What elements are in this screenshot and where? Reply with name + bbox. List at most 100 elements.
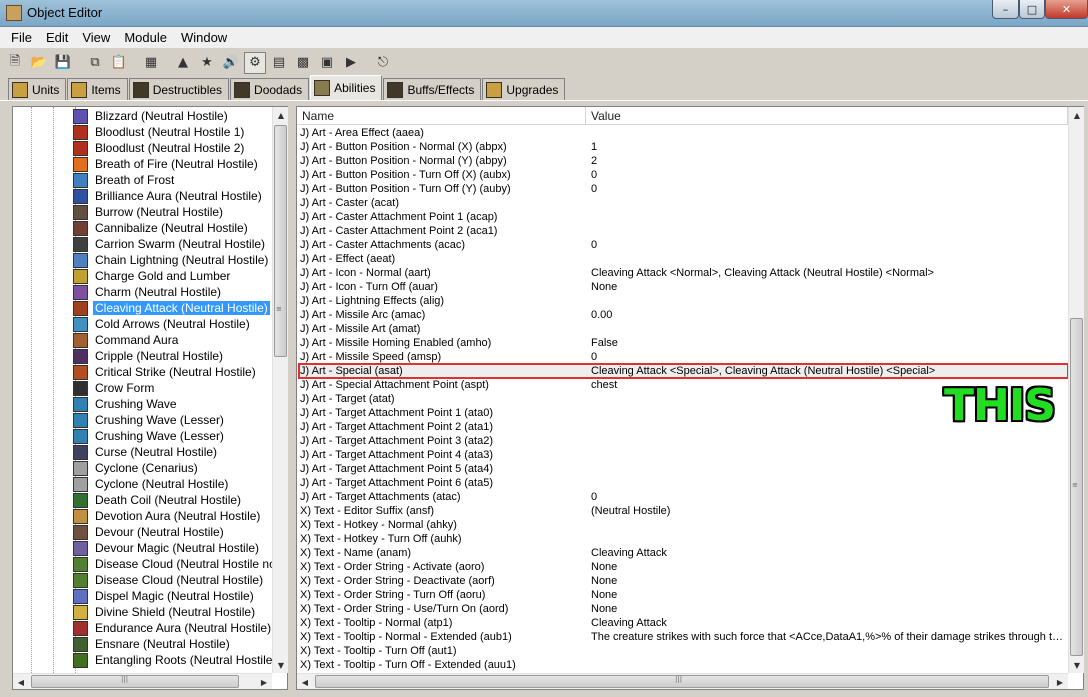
tab-buffs-effects[interactable]: Buffs/Effects — [383, 78, 482, 100]
property-row[interactable]: X) Text - Tooltip - Normal (atp1) Cleavin… — [297, 616, 1068, 630]
object-editor-icon[interactable]: ⚙ — [244, 51, 266, 74]
property-row[interactable]: X) Text - Order String - Turn Off (aoru)… — [297, 588, 1068, 602]
import-icon[interactable]: ▣ — [316, 52, 338, 74]
tree-item[interactable]: Blizzard (Neutral Hostile) — [69, 108, 230, 124]
open-icon[interactable]: 📂 — [28, 52, 50, 74]
column-value[interactable]: Value — [586, 107, 1068, 125]
property-row[interactable]: J) Art - Caster Attachment Point 1 (acap… — [297, 210, 1068, 224]
scroll-right-icon[interactable]: ▶ — [256, 674, 272, 690]
property-row[interactable]: J) Art - Caster (acat) — [297, 196, 1068, 210]
property-row[interactable]: J) Art - Missile Art (amat) — [297, 322, 1068, 336]
property-row[interactable]: J) Art - Target Attachment Point 3 (ata2… — [297, 434, 1068, 448]
property-row[interactable]: J) Art - Target Attachment Point 4 (ata3… — [297, 448, 1068, 462]
tree-item[interactable]: Endurance Aura (Neutral Hostile) — [69, 620, 273, 636]
tree-item[interactable]: Devour (Neutral Hostile) — [69, 524, 226, 540]
tree-item[interactable]: Disease Cloud (Neutral Hostile) — [69, 572, 265, 588]
save-icon[interactable]: 💾 — [52, 52, 74, 74]
property-row[interactable]: X) Text - Name (anam) Cleaving Attack — [297, 546, 1068, 560]
tree-item[interactable]: Breath of Fire (Neutral Hostile) — [69, 156, 260, 172]
property-row[interactable]: X) Text - Hotkey - Turn Off (auhk) — [297, 532, 1068, 546]
property-row[interactable]: X) Text - Tooltip - Turn Off - Extended … — [297, 658, 1068, 672]
menu-module[interactable]: Module — [117, 30, 174, 45]
tree-item[interactable]: Burrow (Neutral Hostile) — [69, 204, 225, 220]
property-row[interactable]: X) Text - Order String - Use/Turn On (ao… — [297, 602, 1068, 616]
copy-icon[interactable]: ⧉ — [84, 52, 106, 74]
new-icon[interactable]: 🗎 — [4, 52, 26, 74]
property-row[interactable]: X) Text - Hotkey - Normal (ahky) — [297, 518, 1068, 532]
tree-item[interactable]: Breath of Frost — [69, 172, 176, 188]
property-row[interactable]: J) Art - Special (asat) Cleaving Attack <… — [297, 364, 1068, 378]
property-row[interactable]: X) Text - Order String - Deactivate (aor… — [297, 574, 1068, 588]
tab-items[interactable]: Items — [67, 78, 128, 100]
tree-item[interactable]: Cold Arrows (Neutral Hostile) — [69, 316, 252, 332]
scroll-left-icon[interactable]: ◀ — [13, 674, 29, 690]
property-row[interactable]: J) Art - Icon - Normal (aart) Cleaving At… — [297, 266, 1068, 280]
property-row[interactable]: J) Art - Icon - Turn Off (auar) None — [297, 280, 1068, 294]
sound-icon[interactable]: 🔊 — [220, 52, 242, 74]
property-row[interactable]: J) Art - Button Position - Normal (Y) (a… — [297, 154, 1068, 168]
property-row[interactable]: J) Art - Target Attachments (atac) 0 — [297, 490, 1068, 504]
tree-item[interactable]: Divine Shield (Neutral Hostile) — [69, 604, 257, 620]
column-name[interactable]: Name — [297, 107, 586, 125]
grid-horizontal-scrollbar[interactable]: ◀ ||| ▶ — [297, 673, 1068, 689]
tab-abilities[interactable]: Abilities — [310, 75, 383, 100]
property-row[interactable]: X) Text - Order String - Activate (aoro)… — [297, 560, 1068, 574]
grid-vertical-scrollbar[interactable]: ▲ ≡ ▼ — [1068, 107, 1084, 673]
tree-item[interactable]: Disease Cloud (Neutral Hostile no dam — [69, 556, 273, 572]
gold-icon[interactable]: ★ — [196, 52, 218, 74]
property-row[interactable]: J) Art - Missile Arc (amac) 0.00 — [297, 308, 1068, 322]
tree-item[interactable]: Cleaving Attack (Neutral Hostile) — [69, 300, 271, 316]
tree-item[interactable]: Cripple (Neutral Hostile) — [69, 348, 225, 364]
tree-item[interactable]: Ensnare (Neutral Hostile) — [69, 636, 232, 652]
script-icon[interactable]: ▤ — [268, 52, 290, 74]
tree-item[interactable]: Cyclone (Cenarius) — [69, 460, 200, 476]
close-button[interactable]: ✕ — [1045, 0, 1088, 19]
tree-item[interactable]: Cannibalize (Neutral Hostile) — [69, 220, 250, 236]
property-row[interactable]: J) Art - Button Position - Turn Off (X) … — [297, 168, 1068, 182]
scroll-up-icon[interactable]: ▲ — [1069, 107, 1085, 123]
property-row[interactable]: J) Art - Missile Homing Enabled (amho) Fa… — [297, 336, 1068, 350]
tree-item[interactable]: Crow Form — [69, 380, 156, 396]
property-row[interactable]: J) Art - Button Position - Turn Off (Y) … — [297, 182, 1068, 196]
scroll-left-icon[interactable]: ◀ — [297, 674, 313, 690]
tree-item[interactable]: Charge Gold and Lumber — [69, 268, 232, 284]
map-icon[interactable]: ▩ — [292, 52, 314, 74]
minimize-button[interactable]: – — [992, 0, 1019, 19]
menu-file[interactable]: File — [4, 30, 39, 45]
property-row[interactable]: X) Text - Tooltip - Turn Off (aut1) — [297, 644, 1068, 658]
tree-item[interactable]: Entangling Roots (Neutral Hostile 1) — [69, 652, 273, 668]
property-row[interactable]: J) Art - Missile Speed (amsp) 0 — [297, 350, 1068, 364]
tree-item[interactable]: Crushing Wave — [69, 396, 179, 412]
property-row[interactable]: X) Text - Tooltip - Normal - Extended (a… — [297, 630, 1068, 644]
unit-icon[interactable]: ▦ — [140, 52, 162, 74]
scroll-up-icon[interactable]: ▲ — [273, 107, 289, 123]
tab-doodads[interactable]: Doodads — [230, 78, 310, 100]
property-row[interactable]: J) Art - Target Attachment Point 5 (ata4… — [297, 462, 1068, 476]
property-row[interactable]: J) Art - Area Effect (aaea) — [297, 126, 1068, 140]
tree-item[interactable]: Cyclone (Neutral Hostile) — [69, 476, 230, 492]
property-row[interactable]: J) Art - Effect (aeat) — [297, 252, 1068, 266]
terrain-icon[interactable]: ▲ — [172, 52, 194, 74]
tree-item[interactable]: Crushing Wave (Lesser) — [69, 428, 226, 444]
tree-item[interactable]: Dispel Magic (Neutral Hostile) — [69, 588, 256, 604]
tree-item[interactable]: Charm (Neutral Hostile) — [69, 284, 223, 300]
property-row[interactable]: J) Art - Caster Attachment Point 2 (aca1… — [297, 224, 1068, 238]
maximize-button[interactable]: □ — [1019, 0, 1045, 19]
tree-vertical-scrollbar[interactable]: ▲ ≡ ▼ — [272, 107, 288, 673]
tree-horizontal-scrollbar[interactable]: ◀ ||| ▶ — [13, 673, 272, 689]
menu-edit[interactable]: Edit — [39, 30, 75, 45]
tree-item[interactable]: Devour Magic (Neutral Hostile) — [69, 540, 261, 556]
test-map-icon[interactable]: ▶ — [340, 52, 362, 74]
tree-item[interactable]: Bloodlust (Neutral Hostile 1) — [69, 124, 246, 140]
scroll-right-icon[interactable]: ▶ — [1052, 674, 1068, 690]
menu-view[interactable]: View — [75, 30, 117, 45]
tree-hscroll-thumb[interactable] — [31, 675, 239, 688]
menu-window[interactable]: Window — [174, 30, 234, 45]
exit-icon[interactable]: ⎋ — [372, 52, 394, 74]
property-row[interactable]: J) Art - Lightning Effects (alig) — [297, 294, 1068, 308]
tab-upgrades[interactable]: Upgrades — [482, 78, 566, 100]
scroll-down-icon[interactable]: ▼ — [273, 657, 289, 673]
paste-icon[interactable]: 📋 — [108, 52, 130, 74]
tree-item[interactable]: Chain Lightning (Neutral Hostile) — [69, 252, 270, 268]
tree-item[interactable]: Brilliance Aura (Neutral Hostile) — [69, 188, 264, 204]
